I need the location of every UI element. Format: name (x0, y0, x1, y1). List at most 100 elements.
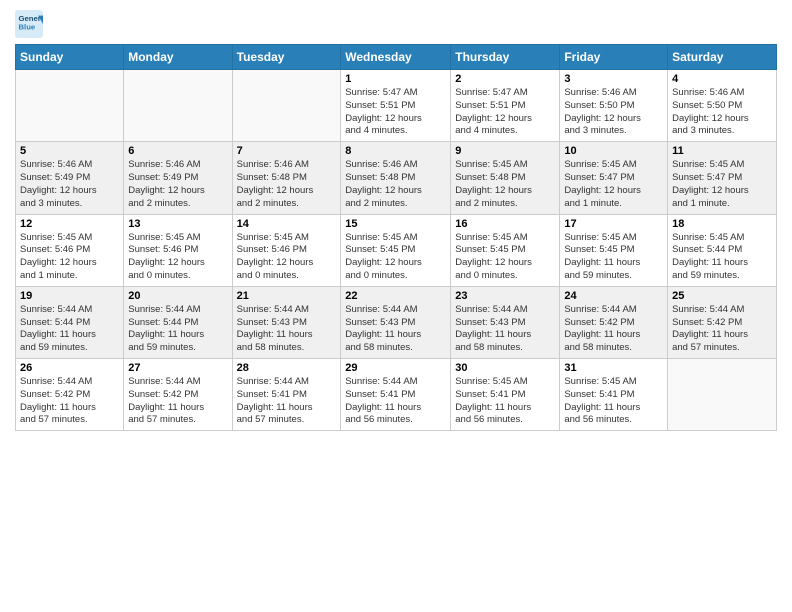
calendar-cell: 9Sunrise: 5:45 AM Sunset: 5:48 PM Daylig… (451, 142, 560, 214)
week-row-4: 26 Sunrise: 5:44 AM Sunset: 5:42 PM Dayli… (16, 359, 777, 431)
day-info: Sunrise: 5:45 AM Sunset: 5:41 PM Dayligh… (455, 376, 555, 427)
header-sunday: Sunday (16, 45, 124, 70)
day-number: 5 (20, 145, 119, 157)
calendar-cell: 21 Sunrise: 5:44 AM Sunset: 5:43 PM Dayli… (232, 286, 341, 358)
day-number: 19 (20, 290, 119, 302)
calendar-cell: 3 Sunrise: 5:46 AM Sunset: 5:50 PM Daylig… (560, 70, 668, 142)
day-number: 20 (128, 290, 227, 302)
day-info: Sunrise: 5:46 AM Sunset: 5:50 PM Dayligh… (564, 87, 663, 138)
day-number: 24 (564, 290, 663, 302)
header-friday: Friday (560, 45, 668, 70)
day-info: Sunrise: 5:46 AM Sunset: 5:49 PM Dayligh… (128, 159, 227, 210)
day-info: Sunrise: 5:44 AM Sunset: 5:42 PM Dayligh… (672, 304, 772, 355)
day-info: Sunrise: 5:44 AM Sunset: 5:42 PM Dayligh… (128, 376, 227, 427)
calendar-cell: 31 Sunrise: 5:45 AM Sunset: 5:41 PM Dayli… (560, 359, 668, 431)
day-info: Sunrise: 5:47 AM Sunset: 5:51 PM Dayligh… (455, 87, 555, 138)
calendar-cell: 20 Sunrise: 5:44 AM Sunset: 5:44 PM Dayli… (124, 286, 232, 358)
day-number: 15 (345, 218, 446, 230)
day-info: Sunrise: 5:46 AM Sunset: 5:48 PM Dayligh… (237, 159, 337, 210)
day-info: Sunrise: 5:44 AM Sunset: 5:43 PM Dayligh… (237, 304, 337, 355)
calendar-cell (124, 70, 232, 142)
header-tuesday: Tuesday (232, 45, 341, 70)
calendar-cell: 24 Sunrise: 5:44 AM Sunset: 5:42 PM Dayli… (560, 286, 668, 358)
day-info: Sunrise: 5:46 AM Sunset: 5:50 PM Dayligh… (672, 87, 772, 138)
day-number: 11 (672, 145, 772, 157)
week-row-3: 19 Sunrise: 5:44 AM Sunset: 5:44 PM Dayli… (16, 286, 777, 358)
calendar-cell: 2 Sunrise: 5:47 AM Sunset: 5:51 PM Daylig… (451, 70, 560, 142)
day-number: 12 (20, 218, 119, 230)
day-number: 14 (237, 218, 337, 230)
calendar-cell: 30 Sunrise: 5:45 AM Sunset: 5:41 PM Dayli… (451, 359, 560, 431)
day-info: Sunrise: 5:44 AM Sunset: 5:44 PM Dayligh… (20, 304, 119, 355)
calendar-cell: 4 Sunrise: 5:46 AM Sunset: 5:50 PM Daylig… (668, 70, 777, 142)
calendar-cell: 7Sunrise: 5:46 AM Sunset: 5:48 PM Daylig… (232, 142, 341, 214)
day-number: 27 (128, 362, 227, 374)
week-row-2: 12 Sunrise: 5:45 AM Sunset: 5:46 PM Dayli… (16, 214, 777, 286)
header-monday: Monday (124, 45, 232, 70)
day-number: 23 (455, 290, 555, 302)
day-info: Sunrise: 5:45 AM Sunset: 5:41 PM Dayligh… (564, 376, 663, 427)
day-info: Sunrise: 5:44 AM Sunset: 5:41 PM Dayligh… (345, 376, 446, 427)
day-info: Sunrise: 5:46 AM Sunset: 5:48 PM Dayligh… (345, 159, 446, 210)
day-number: 6 (128, 145, 227, 157)
day-number: 26 (20, 362, 119, 374)
logo: General Blue (15, 10, 47, 38)
day-info: Sunrise: 5:45 AM Sunset: 5:47 PM Dayligh… (564, 159, 663, 210)
header-thursday: Thursday (451, 45, 560, 70)
day-number: 21 (237, 290, 337, 302)
calendar-cell: 1Sunrise: 5:47 AM Sunset: 5:51 PM Daylig… (341, 70, 451, 142)
calendar-cell: 14Sunrise: 5:45 AM Sunset: 5:46 PM Dayli… (232, 214, 341, 286)
day-info: Sunrise: 5:45 AM Sunset: 5:45 PM Dayligh… (564, 232, 663, 283)
day-info: Sunrise: 5:44 AM Sunset: 5:41 PM Dayligh… (237, 376, 337, 427)
page: General Blue SundayMondayTuesdayWednesda… (0, 0, 792, 441)
calendar-cell: 19 Sunrise: 5:44 AM Sunset: 5:44 PM Dayli… (16, 286, 124, 358)
day-number: 18 (672, 218, 772, 230)
day-info: Sunrise: 5:46 AM Sunset: 5:49 PM Dayligh… (20, 159, 119, 210)
day-number: 30 (455, 362, 555, 374)
day-number: 4 (672, 73, 772, 85)
calendar-cell: 27 Sunrise: 5:44 AM Sunset: 5:42 PM Dayli… (124, 359, 232, 431)
calendar-cell (16, 70, 124, 142)
day-info: Sunrise: 5:45 AM Sunset: 5:44 PM Dayligh… (672, 232, 772, 283)
calendar-table: SundayMondayTuesdayWednesdayThursdayFrid… (15, 44, 777, 431)
header-wednesday: Wednesday (341, 45, 451, 70)
calendar-cell: 11Sunrise: 5:45 AM Sunset: 5:47 PM Dayli… (668, 142, 777, 214)
day-number: 9 (455, 145, 555, 157)
calendar-cell: 10Sunrise: 5:45 AM Sunset: 5:47 PM Dayli… (560, 142, 668, 214)
calendar-cell: 26 Sunrise: 5:44 AM Sunset: 5:42 PM Dayli… (16, 359, 124, 431)
calendar-cell: 6 Sunrise: 5:46 AM Sunset: 5:49 PM Daylig… (124, 142, 232, 214)
calendar-cell: 29 Sunrise: 5:44 AM Sunset: 5:41 PM Dayli… (341, 359, 451, 431)
calendar-cell: 16Sunrise: 5:45 AM Sunset: 5:45 PM Dayli… (451, 214, 560, 286)
calendar-cell: 12 Sunrise: 5:45 AM Sunset: 5:46 PM Dayli… (16, 214, 124, 286)
day-info: Sunrise: 5:44 AM Sunset: 5:43 PM Dayligh… (455, 304, 555, 355)
day-number: 1 (345, 73, 446, 85)
day-info: Sunrise: 5:45 AM Sunset: 5:45 PM Dayligh… (455, 232, 555, 283)
calendar-cell: 5 Sunrise: 5:46 AM Sunset: 5:49 PM Daylig… (16, 142, 124, 214)
day-info: Sunrise: 5:44 AM Sunset: 5:44 PM Dayligh… (128, 304, 227, 355)
day-number: 2 (455, 73, 555, 85)
day-number: 3 (564, 73, 663, 85)
day-number: 22 (345, 290, 446, 302)
calendar-cell: 8 Sunrise: 5:46 AM Sunset: 5:48 PM Daylig… (341, 142, 451, 214)
calendar-cell: 23 Sunrise: 5:44 AM Sunset: 5:43 PM Dayli… (451, 286, 560, 358)
day-info: Sunrise: 5:45 AM Sunset: 5:46 PM Dayligh… (20, 232, 119, 283)
calendar-cell (668, 359, 777, 431)
calendar-cell: 25 Sunrise: 5:44 AM Sunset: 5:42 PM Dayli… (668, 286, 777, 358)
calendar-cell (232, 70, 341, 142)
day-info: Sunrise: 5:44 AM Sunset: 5:42 PM Dayligh… (20, 376, 119, 427)
day-number: 8 (345, 145, 446, 157)
logo-icon: General Blue (15, 10, 43, 38)
week-row-0: 1 Sunrise: 5:47 AM Sunset: 5:51 PM Daylig… (16, 70, 777, 142)
day-number: 31 (564, 362, 663, 374)
svg-text:General: General (19, 14, 44, 23)
day-number: 13 (128, 218, 227, 230)
calendar-header-row: SundayMondayTuesdayWednesdayThursdayFrid… (16, 45, 777, 70)
calendar-cell: 28Sunrise: 5:44 AM Sunset: 5:41 PM Dayli… (232, 359, 341, 431)
day-info: Sunrise: 5:44 AM Sunset: 5:42 PM Dayligh… (564, 304, 663, 355)
day-info: Sunrise: 5:44 AM Sunset: 5:43 PM Dayligh… (345, 304, 446, 355)
calendar-cell: 15Sunrise: 5:45 AM Sunset: 5:45 PM Dayli… (341, 214, 451, 286)
day-number: 29 (345, 362, 446, 374)
day-number: 17 (564, 218, 663, 230)
header-saturday: Saturday (668, 45, 777, 70)
day-number: 25 (672, 290, 772, 302)
